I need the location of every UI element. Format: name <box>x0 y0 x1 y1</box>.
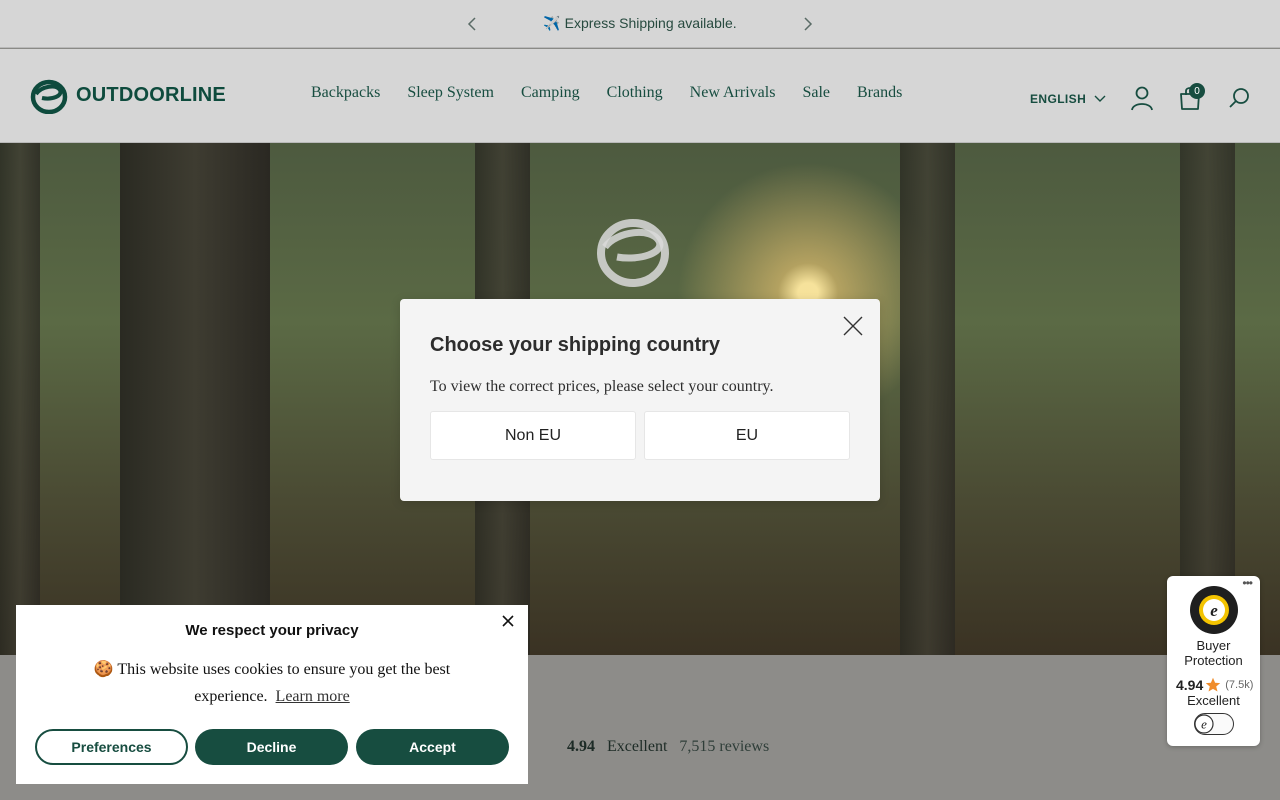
cookie-message: 🍪 This website uses cookies to ensure yo… <box>68 656 476 710</box>
logo-text: OUTDOORLINE <box>76 83 226 106</box>
reviews-count: 7,515 reviews <box>679 738 770 755</box>
accept-button[interactable]: Accept <box>356 729 509 765</box>
cookie-banner: We respect your privacy 🍪 This website u… <box>16 605 528 784</box>
trusted-shops-score: 4.94 (7.5k) <box>1176 677 1253 693</box>
reviews-rating-word: Excellent <box>607 738 668 755</box>
announcement-message: ✈️ Express Shipping available. <box>543 15 737 31</box>
more-options-icon[interactable]: ••• <box>1242 576 1253 590</box>
main-nav: Backpacks Sleep System Camping Clothing … <box>311 84 929 102</box>
svg-text:e: e <box>1210 601 1218 620</box>
hero-logo-mark-icon <box>595 213 671 296</box>
eu-button[interactable]: EU <box>644 411 850 460</box>
site-header: OUTDOORLINE Backpacks Sleep System Campi… <box>0 49 1280 143</box>
shipping-country-modal: Choose your shipping country To view the… <box>400 299 880 501</box>
chevron-down-icon <box>1094 95 1106 102</box>
site-logo[interactable]: OUTDOORLINE <box>30 76 226 114</box>
nav-item-brands[interactable]: Brands <box>857 84 902 102</box>
trusted-shops-rating-word: Excellent <box>1187 693 1240 708</box>
star-icon <box>1206 677 1221 692</box>
trusted-shops-badge[interactable]: ••• e Buyer Protection 4.94 (7.5k) Excel… <box>1167 576 1260 746</box>
account-icon[interactable] <box>1129 85 1155 111</box>
trusted-shops-toggle[interactable]: e <box>1194 713 1234 735</box>
svg-text:e: e <box>1201 716 1207 731</box>
hero-tree-trunk <box>120 143 270 655</box>
hero-tree-trunk <box>900 143 955 655</box>
decline-button[interactable]: Decline <box>195 729 348 765</box>
reviews-summary[interactable]: 4.94 Excellent 7,515 reviews <box>567 738 769 756</box>
language-label: ENGLISH <box>1030 92 1087 106</box>
search-icon[interactable] <box>1227 85 1253 111</box>
announcement-bar: ✈️ Express Shipping available. <box>0 0 1280 48</box>
nav-item-backpacks[interactable]: Backpacks <box>311 84 380 102</box>
preferences-button[interactable]: Preferences <box>35 729 188 765</box>
close-icon[interactable] <box>842 315 864 337</box>
logo-mark-icon <box>30 79 68 114</box>
nav-item-new-arrivals[interactable]: New Arrivals <box>690 84 776 102</box>
nav-item-camping[interactable]: Camping <box>521 84 580 102</box>
cookie-title: We respect your privacy <box>185 622 359 639</box>
next-announcement-arrow-icon[interactable] <box>798 14 818 34</box>
hero-tree-trunk <box>0 143 40 655</box>
trusted-shops-seal-icon: e <box>1189 585 1239 640</box>
nav-item-sale[interactable]: Sale <box>802 84 830 102</box>
trusted-shops-e-icon: e <box>1194 713 1214 734</box>
nav-item-sleep-system[interactable]: Sleep System <box>407 84 494 102</box>
buyer-protection-label: Buyer Protection <box>1184 638 1243 668</box>
non-eu-button[interactable]: Non EU <box>430 411 636 460</box>
previous-announcement-arrow-icon[interactable] <box>462 14 482 34</box>
trusted-shops-score-value: 4.94 <box>1176 677 1204 693</box>
learn-more-link[interactable]: Learn more <box>276 688 350 705</box>
trusted-shops-review-count: (7.5k) <box>1225 679 1254 691</box>
reviews-score: 4.94 <box>567 738 595 755</box>
cart-count-badge: 0 <box>1189 83 1205 99</box>
cookie-text: 🍪 This website uses cookies to ensure yo… <box>93 661 451 705</box>
modal-description: To view the correct prices, please selec… <box>430 378 774 395</box>
language-selector[interactable]: ENGLISH <box>1030 92 1106 106</box>
modal-title: Choose your shipping country <box>430 334 721 356</box>
nav-item-clothing[interactable]: Clothing <box>607 84 663 102</box>
